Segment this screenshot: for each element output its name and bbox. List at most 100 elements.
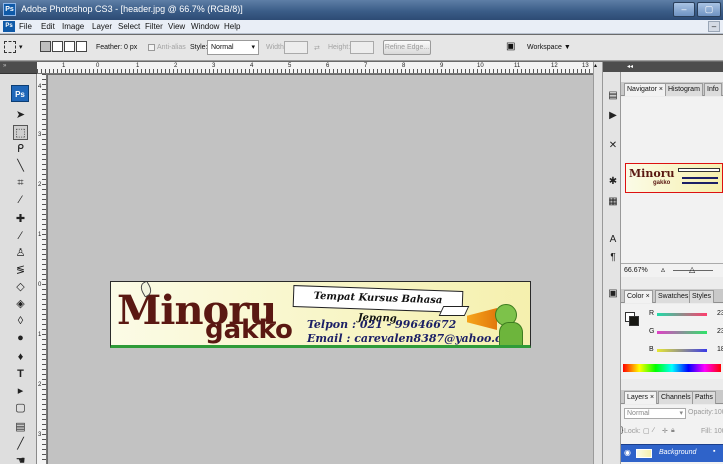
rect-marquee-preset-icon[interactable] — [4, 41, 16, 53]
history-brush-icon[interactable]: ≶ — [13, 263, 28, 278]
preset-dropdown-arrow-icon[interactable]: ▾ — [19, 43, 23, 51]
brushes-panel-icon[interactable]: ✱ — [607, 176, 619, 188]
fill-value[interactable]: 100 — [714, 428, 723, 435]
scroll-up-arrow-icon[interactable]: ▴ — [594, 62, 597, 69]
dodge-icon[interactable]: ● — [13, 331, 28, 346]
tab-styles[interactable]: Styles — [689, 290, 715, 303]
zoom-out-icon[interactable]: ▵ — [661, 265, 665, 274]
navigator-preview[interactable]: Minoru gakko — [625, 163, 723, 193]
character-panel-icon[interactable]: A — [607, 234, 619, 246]
zoom-level[interactable]: 66.67% — [624, 267, 648, 274]
menu-edit[interactable]: Edit — [41, 22, 55, 31]
lock-pixels-icon[interactable]: ∕ — [653, 427, 654, 434]
panels-header[interactable]: ◂◂ — [621, 62, 723, 72]
swap-dimensions-icon[interactable]: ⇄ — [314, 44, 320, 52]
hand-icon[interactable]: ☚ — [13, 454, 28, 464]
lock-position-icon[interactable]: ✛ — [662, 427, 668, 435]
eraser-icon[interactable]: ◇ — [13, 280, 28, 295]
clone-stamp-icon[interactable]: ♙ — [13, 246, 28, 261]
intersect-selection-icon[interactable] — [76, 41, 87, 52]
marquee-icon[interactable]: ⬚ — [13, 125, 28, 140]
channel-r-value[interactable]: 23 — [717, 310, 723, 317]
layer-row-background[interactable]: ◉ Background ▪ — [621, 444, 723, 462]
blur-icon[interactable]: ◊ — [13, 314, 28, 329]
channel-b-value[interactable]: 18 — [717, 346, 723, 353]
minimize-window-button[interactable]: – — [673, 2, 695, 17]
refine-edge-button[interactable]: Refine Edge... — [383, 40, 431, 55]
header-image[interactable]: Minoru gakko Tempat Kursus Bahasa Jepang… — [110, 281, 531, 348]
menu-help[interactable]: Help — [224, 22, 240, 31]
vertical-scrollbar[interactable]: ▴ — [593, 62, 602, 464]
rectangle-icon[interactable]: ▢ — [13, 401, 28, 416]
subtract-selection-icon[interactable] — [64, 41, 75, 52]
actions-panel-icon[interactable]: ▶ — [607, 110, 619, 122]
document-minimize-button[interactable]: – — [708, 21, 720, 32]
history-panel-icon[interactable]: ▤ — [607, 90, 619, 102]
lasso-icon[interactable]: ᑭ — [13, 142, 28, 157]
channel-g-value[interactable]: 23 — [717, 328, 723, 335]
opacity-value[interactable]: 100 — [714, 409, 723, 416]
tab-layers[interactable]: Layers × — [624, 391, 658, 404]
layers-panel: Normal ▾ Opacity: 100 Lock: ▢ ∕ ✛ 🔒︎ Fil… — [621, 405, 723, 464]
style-select[interactable]: Normal ▾ — [207, 40, 259, 55]
width-input[interactable] — [284, 41, 308, 54]
tab-info[interactable]: Info — [704, 83, 722, 96]
foreground-color-swatch[interactable] — [629, 316, 639, 326]
new-selection-icon[interactable] — [40, 41, 51, 52]
magic-wand-icon[interactable]: ╲ — [13, 159, 28, 174]
clone-source-icon[interactable]: ▦ — [607, 196, 619, 208]
maximize-window-button[interactable]: ▢ — [697, 2, 721, 17]
tab-paths[interactable]: Paths — [692, 391, 716, 404]
layer-visibility-eye-icon[interactable]: ◉ — [624, 448, 631, 457]
collapse-toolbox-icon[interactable]: » — [3, 63, 6, 69]
pen-icon[interactable]: ♦ — [13, 350, 28, 365]
ruler-label: 3 — [38, 132, 42, 138]
crop-icon[interactable]: ⌗ — [13, 176, 28, 191]
channel-r-slider[interactable] — [657, 313, 707, 316]
healing-brush-icon[interactable]: ✚ — [13, 212, 28, 227]
workspace-menu[interactable]: Workspace ▼ — [527, 44, 571, 51]
channel-b-slider[interactable] — [657, 349, 707, 352]
lock-transparent-icon[interactable]: ▢ — [643, 427, 650, 435]
layer-comps-icon[interactable]: ▣ — [607, 288, 619, 300]
tool-presets-icon[interactable]: ✕ — [607, 140, 619, 152]
brush-icon[interactable]: ∕ — [13, 229, 28, 244]
menu-image[interactable]: Image — [62, 22, 84, 31]
zoom-slider-thumb[interactable]: △ — [689, 265, 695, 274]
move-icon[interactable]: ➤ — [13, 108, 28, 123]
dock-header[interactable] — [603, 62, 622, 72]
type-icon[interactable]: T — [13, 367, 28, 382]
menu-select[interactable]: Select — [118, 22, 140, 31]
slice-icon[interactable]: ⁄ — [13, 193, 28, 208]
tab-navigator[interactable]: Navigator × — [624, 83, 666, 96]
menu-filter[interactable]: Filter — [145, 22, 163, 31]
tab-color[interactable]: Color × — [624, 290, 653, 303]
blend-mode-select[interactable]: Normal ▾ — [624, 408, 686, 419]
menu-view[interactable]: View — [168, 22, 185, 31]
menu-layer[interactable]: Layer — [92, 22, 112, 31]
color-tab-row: Color × Swatches Styles — [621, 289, 723, 303]
tab-channels[interactable]: Channels — [658, 391, 694, 404]
title-bar: Ps Adobe Photoshop CS3 - [header.jpg @ 6… — [0, 0, 723, 20]
document-icon[interactable]: Ps — [3, 21, 15, 32]
menu-window[interactable]: Window — [191, 22, 219, 31]
channel-g-slider[interactable] — [657, 331, 707, 334]
color-ramp[interactable] — [623, 364, 721, 372]
paint-bucket-icon[interactable]: ◈ — [13, 297, 28, 312]
feather-input[interactable]: 0 px — [124, 44, 137, 51]
menu-file[interactable]: File — [19, 22, 32, 31]
paragraph-panel-icon[interactable]: ¶ — [607, 252, 619, 264]
path-selection-icon[interactable]: ▸ — [13, 384, 28, 399]
lock-all-icon[interactable]: 🔒︎ — [671, 427, 675, 435]
antialias-checkbox[interactable] — [148, 44, 155, 51]
eyedropper-icon[interactable]: ╱ — [13, 437, 28, 452]
notes-icon[interactable]: ▤ — [13, 420, 28, 435]
tab-histogram[interactable]: Histogram — [665, 83, 703, 96]
options-bar: ▾ Feather: 0 px Anti-alias Style: Normal… — [0, 35, 723, 61]
height-input[interactable] — [350, 41, 374, 54]
add-selection-icon[interactable] — [52, 41, 63, 52]
document-canvas[interactable]: Minoru gakko Tempat Kursus Bahasa Jepang… — [48, 75, 593, 464]
menu-bar: Ps File Edit Image Layer Select Filter V… — [0, 20, 723, 34]
layer-name[interactable]: Background — [659, 449, 696, 456]
tab-swatches[interactable]: Swatches — [655, 290, 692, 303]
